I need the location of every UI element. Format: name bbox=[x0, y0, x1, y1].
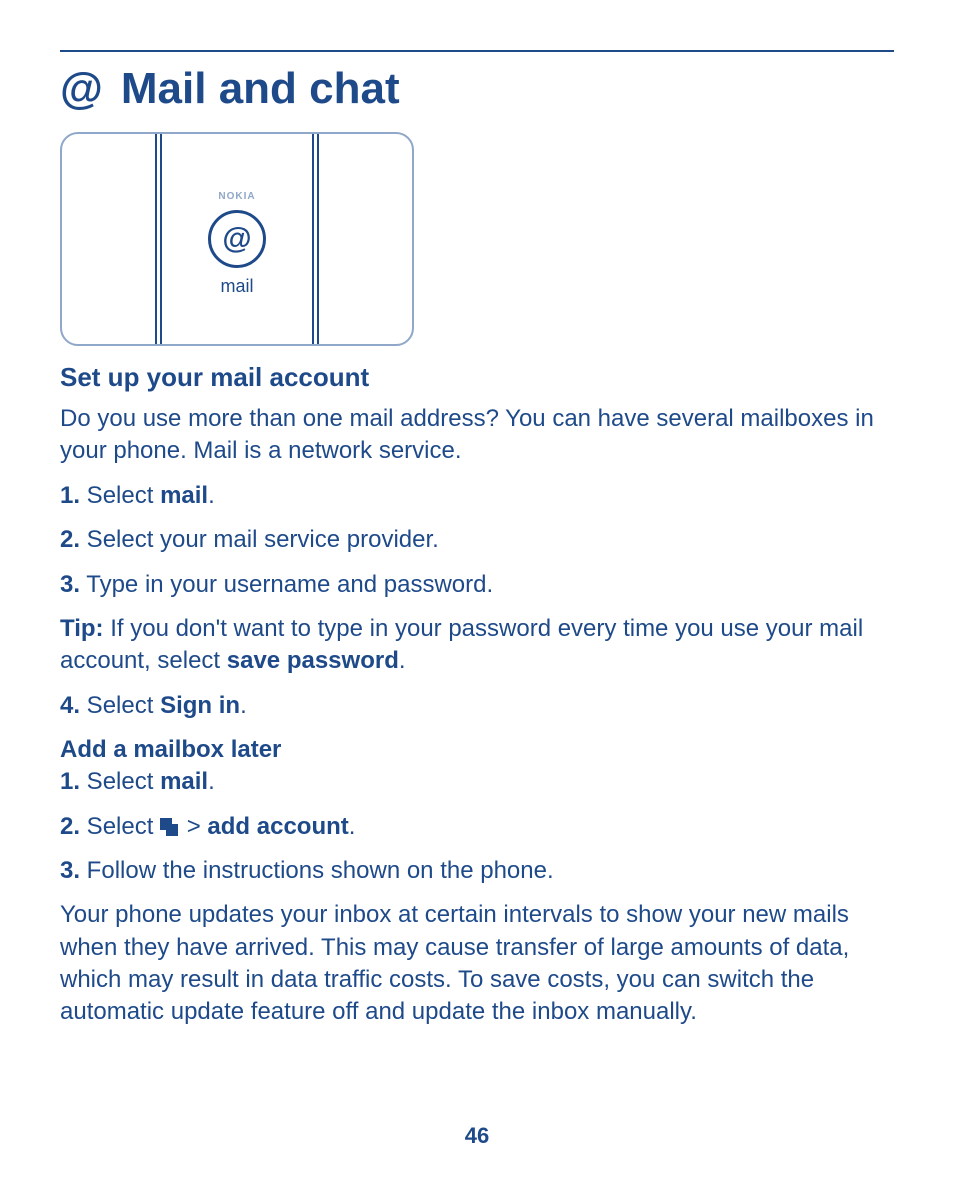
step-text: Select bbox=[80, 482, 160, 509]
step-bold: mail bbox=[160, 768, 208, 795]
step-text: . bbox=[349, 813, 356, 840]
step-text: Select bbox=[80, 692, 160, 719]
step-text: Select your mail service provider. bbox=[80, 526, 439, 553]
shot-line-right bbox=[317, 134, 319, 344]
tip-bold: save password bbox=[227, 647, 399, 674]
chapter-title: Mail and chat bbox=[121, 64, 400, 114]
phone-screenshot: NOKIA @ mail bbox=[60, 132, 414, 346]
step-num: 3. bbox=[60, 857, 80, 884]
step-text: Select bbox=[80, 813, 160, 840]
tip-text: If you don't want to type in your passwo… bbox=[60, 615, 863, 674]
shot-right bbox=[318, 134, 412, 344]
step-text: > bbox=[180, 813, 207, 840]
later-step-3: 3. Follow the instructions shown on the … bbox=[60, 855, 894, 887]
step-text: . bbox=[208, 482, 215, 509]
step-num: 4. bbox=[60, 692, 80, 719]
top-rule bbox=[60, 50, 894, 52]
step-4: 4. Select Sign in. bbox=[60, 690, 894, 722]
mail-app-icon: @ bbox=[208, 210, 266, 268]
chapter-heading: @ Mail and chat bbox=[60, 64, 894, 114]
page-number: 46 bbox=[0, 1123, 954, 1149]
step-text: Select bbox=[80, 768, 160, 795]
step-bold: add account bbox=[207, 813, 348, 840]
tip: Tip: If you don't want to type in your p… bbox=[60, 613, 894, 678]
at-icon: @ bbox=[60, 64, 103, 114]
step-bold: Sign in bbox=[160, 692, 240, 719]
options-icon bbox=[160, 813, 180, 831]
mail-app-label: mail bbox=[220, 276, 253, 297]
step-text: . bbox=[208, 768, 215, 795]
intro-text: Do you use more than one mail address? Y… bbox=[60, 403, 894, 468]
tip-label: Tip: bbox=[60, 615, 104, 642]
step-text: Type in your username and password. bbox=[80, 571, 493, 598]
step-text: Follow the instructions shown on the pho… bbox=[80, 857, 554, 884]
section-heading-add-later: Add a mailbox later bbox=[60, 736, 894, 764]
step-num: 3. bbox=[60, 571, 80, 598]
step-1: 1. Select mail. bbox=[60, 480, 894, 512]
later-step-2: 2. Select > add account. bbox=[60, 811, 894, 843]
step-num: 2. bbox=[60, 526, 80, 553]
step-bold: mail bbox=[160, 482, 208, 509]
shot-center: NOKIA @ mail bbox=[160, 134, 314, 344]
tip-text: . bbox=[399, 647, 406, 674]
shot-line-left bbox=[155, 134, 157, 344]
outro-text: Your phone updates your inbox at certain… bbox=[60, 899, 894, 1029]
step-num: 1. bbox=[60, 768, 80, 795]
shot-left bbox=[62, 134, 156, 344]
nokia-brand: NOKIA bbox=[218, 191, 255, 202]
section-heading-setup: Set up your mail account bbox=[60, 362, 894, 393]
step-num: 2. bbox=[60, 813, 80, 840]
step-text: . bbox=[240, 692, 247, 719]
later-step-1: 1. Select mail. bbox=[60, 766, 894, 798]
page: @ Mail and chat NOKIA @ mail Set up your… bbox=[0, 0, 954, 1179]
step-num: 1. bbox=[60, 482, 80, 509]
step-3: 3. Type in your username and password. bbox=[60, 569, 894, 601]
step-2: 2. Select your mail service provider. bbox=[60, 524, 894, 556]
